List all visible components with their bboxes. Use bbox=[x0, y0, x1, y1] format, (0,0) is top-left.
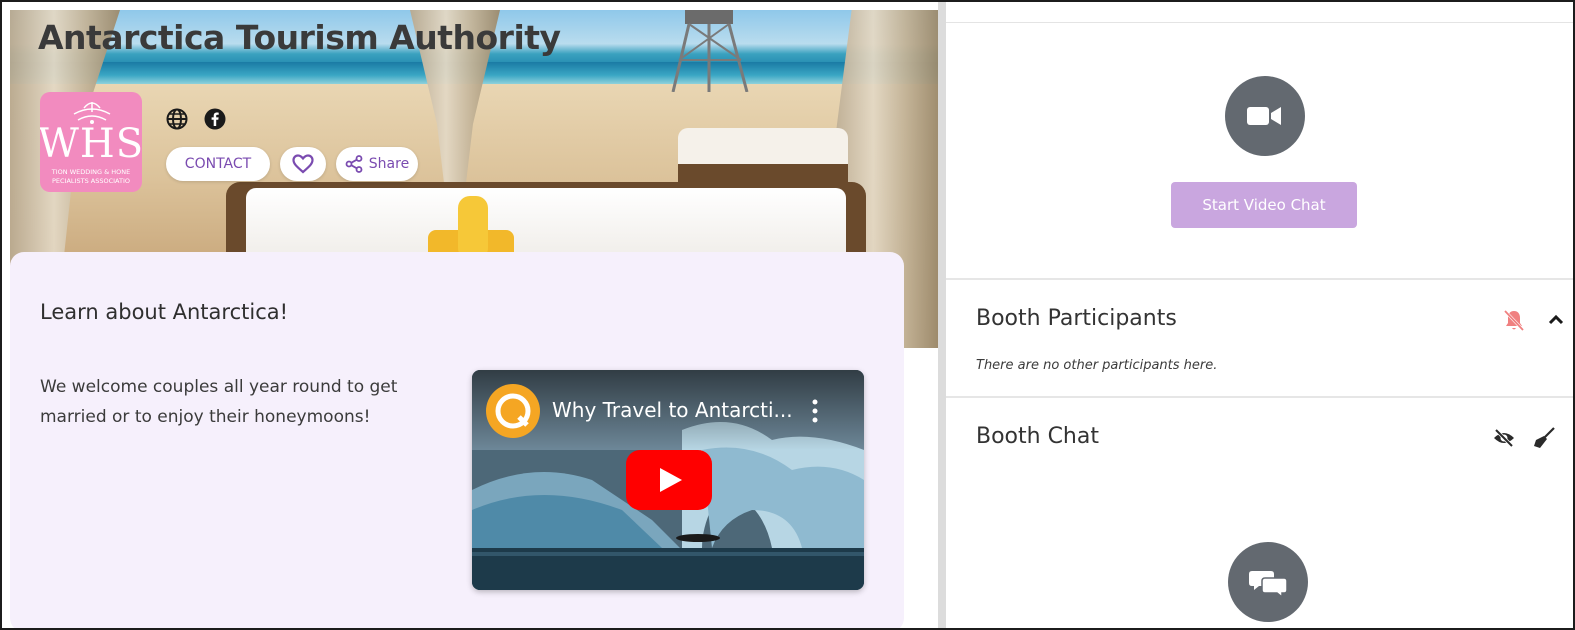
booth-panel: Antarctica Tourism Authority WHS TION WE… bbox=[10, 10, 938, 628]
play-icon[interactable] bbox=[626, 450, 712, 510]
logo-subline-2: PECIALISTS ASSOCIATIO bbox=[52, 177, 130, 185]
booth-logo: WHS TION WEDDING & HONE PECIALISTS ASSOC… bbox=[40, 92, 142, 192]
booth-title: Antarctica Tourism Authority bbox=[38, 18, 561, 57]
eye-slash-icon[interactable] bbox=[1492, 426, 1516, 450]
start-video-chat-button[interactable]: Start Video Chat bbox=[1171, 182, 1357, 228]
video-chat-icon-circle bbox=[1225, 76, 1305, 156]
booth-sidebar: Start Video Chat Booth Participants Ther… bbox=[946, 2, 1573, 628]
sidebar-top-divider bbox=[946, 22, 1573, 23]
globe-icon[interactable] bbox=[166, 108, 188, 130]
share-button-label: Share bbox=[368, 156, 410, 172]
broom-icon[interactable] bbox=[1532, 426, 1556, 450]
chat-bubbles-icon bbox=[1249, 571, 1287, 597]
share-icon bbox=[345, 155, 363, 173]
channel-logo-icon bbox=[488, 386, 538, 436]
banner-towel bbox=[428, 196, 514, 260]
participants-title: Booth Participants bbox=[976, 306, 1177, 331]
more-vert-icon[interactable] bbox=[808, 396, 822, 426]
card-title: Learn about Antarctica! bbox=[40, 300, 289, 324]
contact-button[interactable]: CONTACT bbox=[166, 147, 270, 181]
facebook-icon[interactable] bbox=[204, 108, 226, 130]
contact-button-label: CONTACT bbox=[184, 156, 252, 172]
section-divider bbox=[946, 396, 1573, 398]
card-description: We welcome couples all year round to get… bbox=[40, 377, 398, 427]
muted-bell-icon[interactable] bbox=[1502, 308, 1526, 332]
channel-logo[interactable] bbox=[486, 384, 540, 438]
chevron-up-icon[interactable] bbox=[1544, 308, 1568, 332]
video-camera-icon bbox=[1247, 107, 1281, 125]
banner-lifeguard-tower bbox=[671, 10, 749, 92]
heart-icon bbox=[292, 154, 314, 174]
video-embed[interactable]: Why Travel to Antarcti... bbox=[472, 370, 864, 590]
chat-title: Booth Chat bbox=[976, 424, 1099, 449]
logo-subline-1: TION WEDDING & HONE bbox=[51, 168, 131, 176]
section-divider bbox=[946, 278, 1573, 280]
logo-wordmark: WHS bbox=[40, 121, 142, 167]
favorite-button[interactable] bbox=[280, 147, 326, 181]
chat-icon-circle bbox=[1228, 542, 1308, 622]
app-frame: Antarctica Tourism Authority WHS TION WE… bbox=[0, 0, 1575, 630]
share-button[interactable]: Share bbox=[336, 147, 418, 181]
participants-empty-text: There are no other participants here. bbox=[976, 358, 1218, 373]
video-title[interactable]: Why Travel to Antarcti... bbox=[552, 398, 793, 422]
booth-info-card: Learn about Antarctica! We welcome coupl… bbox=[10, 252, 904, 628]
pane-divider[interactable] bbox=[938, 2, 946, 628]
